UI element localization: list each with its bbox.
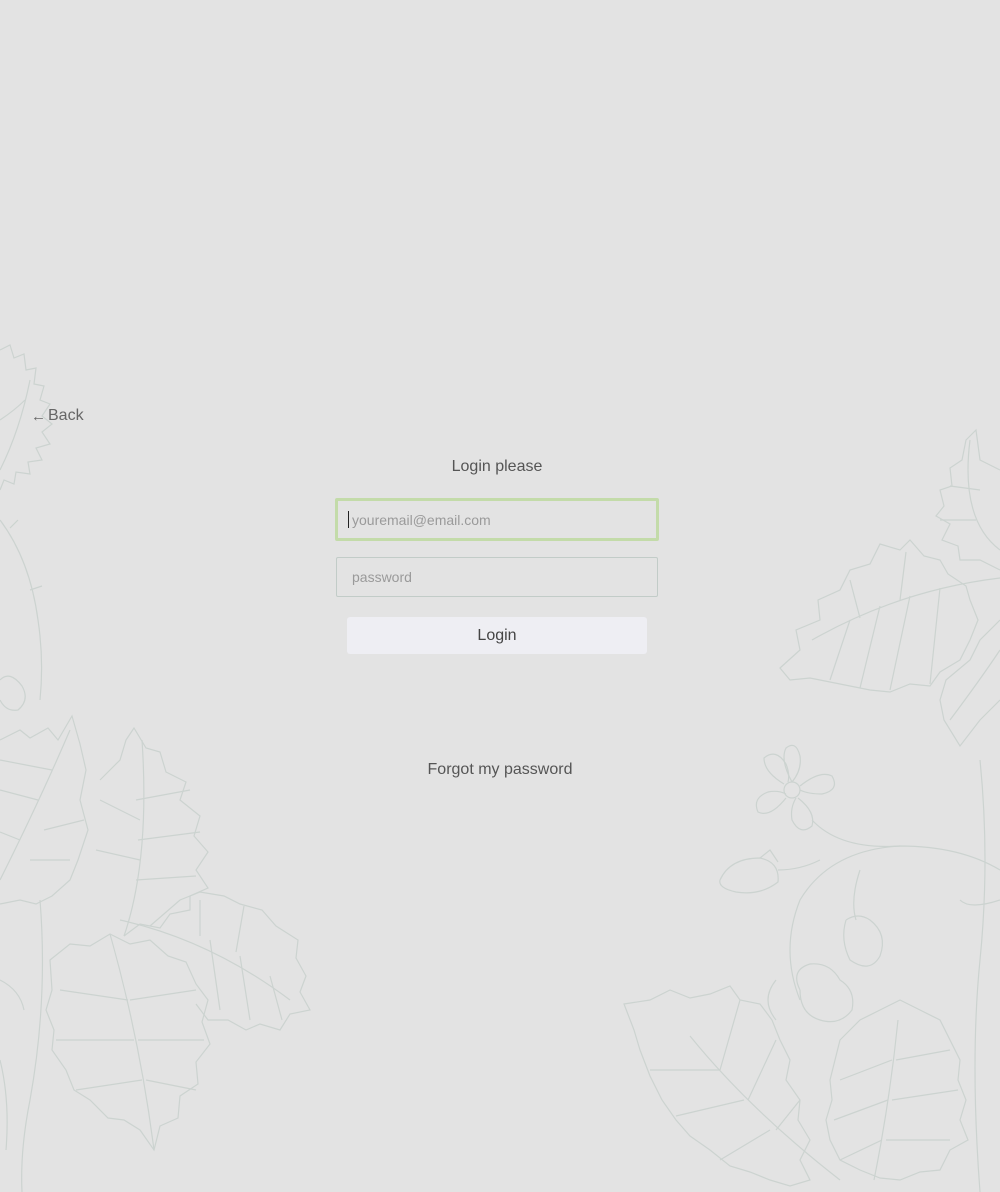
leaf-left-large-2	[95, 726, 209, 937]
stem-left	[0, 519, 43, 711]
leaf-right-middle	[779, 539, 1000, 693]
vine-right	[789, 759, 1000, 1192]
email-input[interactable]	[335, 498, 659, 541]
leaf-right-top	[935, 428, 1000, 571]
forgot-password-link[interactable]: Forgot my password	[0, 761, 1000, 779]
leaf-right-lower-1	[623, 985, 841, 1187]
back-link[interactable]: ← Back	[31, 407, 84, 425]
leaf-left-large-1	[0, 714, 89, 905]
stem-left-bottom	[0, 899, 44, 1192]
leaf-left-large-3	[45, 933, 211, 1152]
login-title: Login please	[451, 458, 543, 475]
password-field-wrapper	[336, 557, 658, 597]
text-caret	[348, 511, 349, 528]
berry-cluster	[767, 963, 854, 1023]
arrow-left-icon: ←	[31, 407, 46, 425]
login-form: Login please Login	[335, 455, 659, 654]
leaf-left-large-4	[119, 891, 311, 1031]
login-button[interactable]: Login	[347, 617, 647, 654]
email-field-wrapper	[335, 498, 659, 541]
leaf-right-lower-2	[825, 999, 969, 1181]
back-label: Back	[48, 407, 84, 424]
password-input[interactable]	[336, 557, 658, 597]
leaf-right-edge	[939, 619, 1000, 748]
flower-bud	[719, 849, 883, 967]
